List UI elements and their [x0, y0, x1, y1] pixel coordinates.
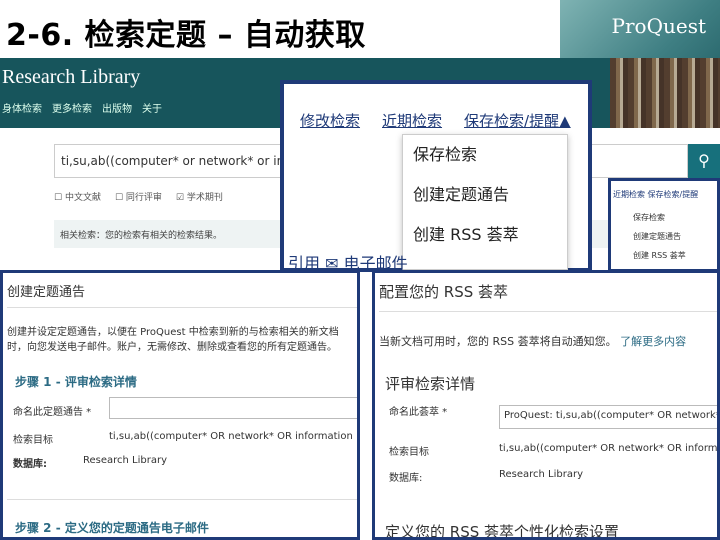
proquest-logo[interactable]: ProQuest [612, 14, 706, 38]
learn-more-link[interactable]: 了解更多内容 [620, 335, 686, 348]
rss-target-value: ti,su,ab((computer* OR network* OR infor… [499, 443, 720, 454]
rss-config-panel: 配置您的 RSS 荟萃 当新文档可用时，您的 RSS 荟萃将自动通知您。 了解更… [372, 270, 720, 540]
rss-description: 当新文档可用时，您的 RSS 荟萃将自动通知您。 了解更多内容 [379, 335, 687, 348]
slide-title: 2-6. 检索定题 – 自动获取 [6, 18, 366, 53]
step2-heading: 步骤 2 - 定义您的定题通告电子邮件 [15, 521, 209, 535]
nav-item-basic-search[interactable]: 身体检索 [2, 100, 42, 115]
alert-db-value: Research Library [83, 455, 168, 466]
filter-peer-reviewed[interactable]: ☐ 同行评审 [115, 190, 162, 203]
tab-recent-search[interactable]: 近期检索 [382, 110, 442, 131]
menu-item-create-rss[interactable]: 创建 RSS 荟萃 [403, 215, 567, 255]
search-button[interactable]: ⚲ [688, 144, 720, 178]
rss-db-value: Research Library [499, 469, 584, 480]
alert-db-label: 数据库: [13, 459, 47, 470]
review-heading: 评审检索详情 [385, 375, 476, 393]
alert-panel-title: 创建定题通告 [7, 285, 86, 300]
small-menu-item-save[interactable]: 保存检索 [611, 208, 717, 227]
header-books-image [610, 58, 720, 128]
nav-item-about[interactable]: 关于 [142, 100, 162, 115]
divider [7, 499, 357, 500]
header-banner: ProQuest [560, 0, 720, 58]
save-search-menu: 保存检索 创建定题通告 创建 RSS 荟萃 [402, 134, 568, 270]
step1-heading: 步骤 1 - 评审检索详情 [15, 375, 137, 389]
divider [379, 311, 717, 312]
search-tabs: 修改检索 近期检索 保存检索/提醒▲ [300, 110, 571, 131]
tab-modify-search[interactable]: 修改检索 [300, 110, 360, 131]
divider [7, 307, 357, 308]
small-menu-item-alert[interactable]: 创建定题通告 [611, 227, 717, 246]
rss-panel-title: 配置您的 RSS 荟萃 [379, 283, 509, 301]
search-icon: ⚲ [698, 151, 710, 170]
rss-target-label: 检索目标 [389, 447, 429, 458]
small-save-menu: 近期检索 保存检索/提醒 保存检索 创建定题通告 创建 RSS 荟萃 [608, 178, 720, 272]
small-menu-item-rss[interactable]: 创建 RSS 荟萃 [611, 246, 717, 265]
filter-chinese[interactable]: ☐ 中文文献 [54, 190, 101, 203]
top-nav: 身体检索 更多检索 出版物 关于 [2, 100, 162, 115]
rss-name-label: 命名此荟萃 * [389, 407, 448, 418]
rss-settings-heading: 定义您的 RSS 荟萃个性化检索设置 [385, 523, 620, 540]
small-menu-list: 保存检索 创建定题通告 创建 RSS 荟萃 [611, 208, 717, 265]
alert-name-input[interactable] [109, 397, 357, 419]
rss-name-input[interactable]: ProQuest: ti,su,ab((computer* OR network… [499, 405, 717, 429]
menu-item-create-alert[interactable]: 创建定题通告 [403, 175, 567, 215]
tab-save-search-alert[interactable]: 保存检索/提醒▲ [464, 110, 571, 131]
alert-description: 创建并设定定题通告，以便在 ProQuest 中检索到新的与检索相关的新文档时，… [7, 327, 339, 353]
search-filters: ☐ 中文文献 ☐ 同行评审 ☑ 学术期刊 [54, 190, 223, 203]
nav-item-more-search[interactable]: 更多检索 [52, 100, 92, 115]
alert-target-value: ti,su,ab((computer* OR network* OR infor… [109, 431, 353, 442]
rss-db-label: 数据库: [389, 473, 423, 484]
save-search-popup: 修改检索 近期检索 保存检索/提醒▲ 保存检索 创建定题通告 创建 RSS 荟萃… [280, 80, 592, 273]
create-alert-panel: 创建定题通告 创建并设定定题通告，以便在 ProQuest 中检索到新的与检索相… [0, 270, 360, 540]
library-name[interactable]: Research Library [2, 66, 140, 89]
small-menu-tabs[interactable]: 近期检索 保存检索/提醒 [611, 181, 717, 208]
filter-scholarly[interactable]: ☑ 学术期刊 [176, 190, 223, 203]
nav-item-publications[interactable]: 出版物 [102, 100, 132, 115]
alert-target-label: 检索目标 [13, 435, 53, 446]
menu-item-save-search[interactable]: 保存检索 [403, 135, 567, 175]
alert-name-label: 命名此定题通告 * [13, 407, 92, 418]
